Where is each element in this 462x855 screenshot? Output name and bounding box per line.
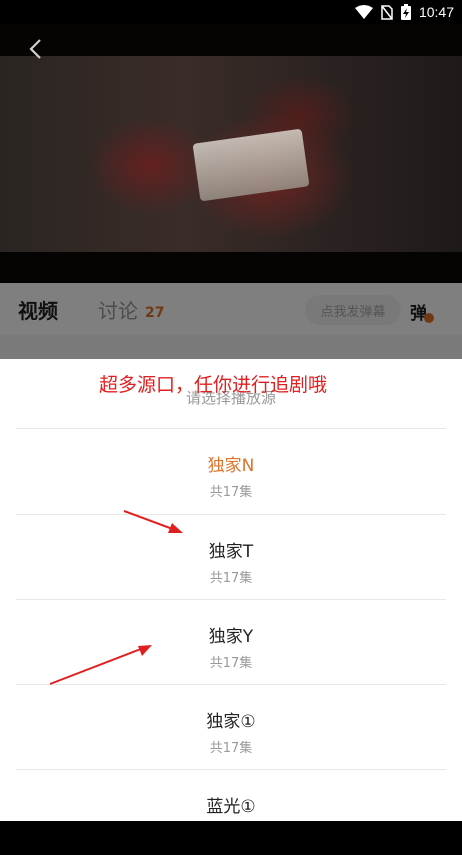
source-picker-sheet: 请选择播放源 独家N 共17集 独家T 共17集 独家Y 共17集 独家① 共1… xyxy=(0,359,462,821)
video-player[interactable] xyxy=(0,24,462,283)
video-scene xyxy=(192,128,310,202)
video-frame xyxy=(0,56,462,252)
source-name: 独家T xyxy=(208,542,254,562)
annotation-text: 超多源口，任你进行追剧哦 xyxy=(98,374,327,396)
source-item[interactable]: 独家① 共17集 xyxy=(16,685,446,770)
no-sim-icon xyxy=(381,4,393,20)
status-bar: 10:47 xyxy=(0,0,462,24)
source-name: 蓝光① xyxy=(206,797,256,817)
source-name: 独家N xyxy=(207,456,255,476)
source-name: 独家Y xyxy=(208,627,254,647)
source-episode-count: 共17集 xyxy=(209,571,253,586)
dim-overlay[interactable] xyxy=(0,283,462,359)
source-item[interactable]: 独家T 共17集 xyxy=(16,515,446,600)
source-name: 独家① xyxy=(206,712,256,732)
back-button[interactable] xyxy=(22,36,48,62)
source-episode-count: 共17集 xyxy=(209,741,253,756)
source-item[interactable]: 独家Y 共17集 xyxy=(16,600,446,685)
status-icons: 10:47 xyxy=(354,3,454,21)
status-time: 10:47 xyxy=(418,4,454,20)
chevron-left-icon xyxy=(29,39,41,59)
source-item[interactable]: 独家N 共17集 xyxy=(16,429,446,514)
source-episode-count: 共17集 xyxy=(209,656,253,671)
battery-charging-icon xyxy=(400,4,411,20)
source-episode-count: 共17集 xyxy=(209,485,253,500)
wifi-icon xyxy=(354,5,373,19)
source-item[interactable]: 蓝光① xyxy=(16,770,446,855)
